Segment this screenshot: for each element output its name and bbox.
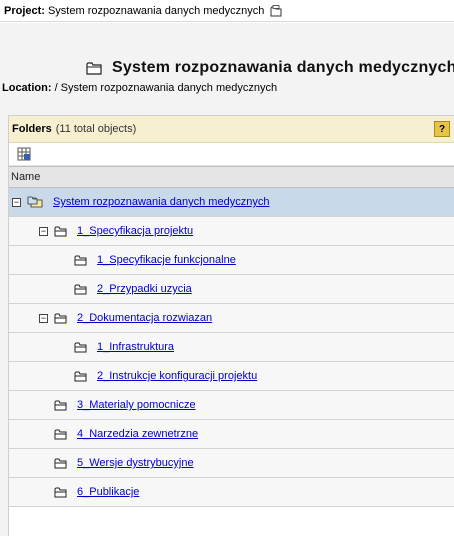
tree-link[interactable]: 2_Przypadki uzycia [97, 283, 192, 295]
help-button[interactable]: ? [434, 121, 450, 137]
tree-row[interactable]: 1_Specyfikacje funkcjonalne [9, 246, 454, 275]
panel-title: Folders [12, 123, 52, 135]
folder-icon [54, 226, 67, 236]
location-path: / System rozpoznawania danych medycznych [54, 82, 278, 94]
folder-icon [54, 313, 67, 323]
folder-icon [54, 458, 67, 468]
tree-row[interactable]: 4_Narzedzia zewnetrzne [9, 420, 454, 449]
folder-icon [54, 400, 67, 410]
tree-link[interactable]: 4_Narzedzia zewnetrzne [77, 428, 198, 440]
project-folders-icon [27, 196, 43, 208]
tree-link[interactable]: 1_Specyfikacja projektu [77, 225, 193, 237]
folder-icon [74, 371, 87, 381]
tree-link[interactable]: 6_Publikacje [77, 486, 139, 498]
tree-row[interactable]: 5_Wersje dystrybucyjne [9, 449, 454, 478]
tree-row[interactable]: 2_Instrukcje konfiguracji projektu [9, 362, 454, 391]
tree-row[interactable]: 3_Materialy pomocnicze [9, 391, 454, 420]
tree-link[interactable]: 3_Materialy pomocnicze [77, 399, 196, 411]
collapse-toggle[interactable]: − [39, 226, 48, 236]
toolbar [9, 143, 454, 166]
tree-row[interactable]: 2_Przypadki uzycia [9, 275, 454, 304]
tree-link[interactable]: 5_Wersje dystrybucyjne [77, 457, 194, 469]
collapse-toggle[interactable]: − [39, 313, 48, 323]
tree-row[interactable]: − 1_Specyfikacja projektu [9, 217, 454, 246]
tree-row[interactable]: 1_Infrastruktura [9, 333, 454, 362]
folder-icon [74, 284, 87, 294]
object-count: (11 total objects) [55, 123, 137, 135]
folder-icon [74, 255, 87, 265]
collapse-toggle[interactable]: − [12, 197, 21, 207]
project-bar: Project: System rozpoznawania danych med… [0, 0, 454, 22]
tree-row[interactable]: − 2_Dokumentacja rozwiazan [9, 304, 454, 333]
tree-row-root[interactable]: − System rozpoznawania danych medycznych [9, 188, 454, 217]
tree-row[interactable]: 6_Publikacje [9, 478, 454, 507]
page-title: System rozpoznawania danych medycznych [86, 55, 454, 81]
tree-link[interactable]: 2_Dokumentacja rozwiazan [77, 312, 212, 324]
panel-header: Folders (11 total objects) ? [9, 116, 454, 143]
location-label: Location: [2, 82, 52, 94]
folders-panel: Folders (11 total objects) ? Name − Syst… [8, 115, 454, 536]
folder-icon [86, 62, 102, 75]
project-name: System rozpoznawania danych medycznych [47, 4, 265, 17]
tree-link[interactable]: 1_Infrastruktura [97, 341, 174, 353]
folder-icon [54, 429, 67, 439]
folder-icon [74, 342, 87, 352]
tree-link[interactable]: 1_Specyfikacje funkcjonalne [97, 254, 236, 266]
folder-icon [54, 487, 67, 497]
project-folder-icon[interactable] [270, 4, 282, 17]
breadcrumb: Location: / System rozpoznawania danych … [2, 82, 277, 94]
grid-settings-icon[interactable] [17, 147, 31, 161]
tree-link[interactable]: 2_Instrukcje konfiguracji projektu [97, 370, 257, 382]
page-title-text: System rozpoznawania danych medycznych [112, 59, 454, 76]
column-header-name[interactable]: Name [9, 166, 454, 188]
tree-link[interactable]: System rozpoznawania danych medycznych [53, 196, 269, 208]
project-label: Project: [4, 4, 45, 17]
